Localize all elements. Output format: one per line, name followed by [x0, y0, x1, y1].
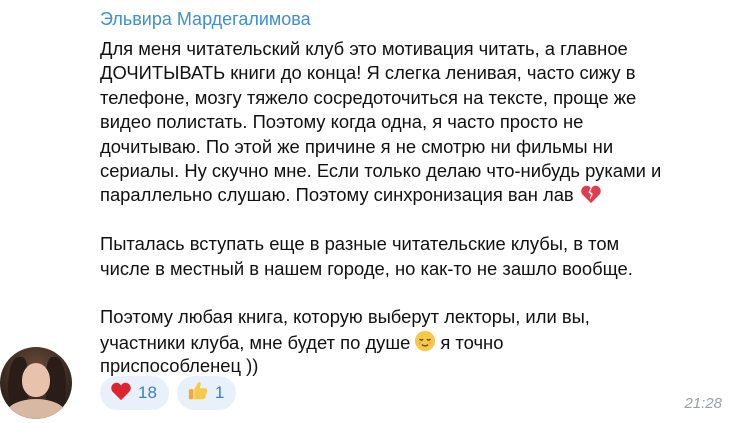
reactions-bar: 18 1 [100, 376, 237, 410]
thumbs-up-icon [187, 380, 209, 407]
sender-avatar[interactable] [0, 347, 72, 419]
message-timestamp: 21:28 [684, 395, 722, 412]
broken-heart-icon [580, 184, 602, 210]
message-line: Поэтому любая книга, которую выберут лек… [100, 306, 590, 328]
avatar-face [22, 363, 50, 397]
reaction-count: 1 [214, 383, 225, 402]
message-line: видео полистать. Поэтому когда одна, я ч… [100, 111, 584, 133]
heart-icon [110, 381, 132, 406]
message-line: ДОЧИТЫВАТЬ книги до конца! Я слегка лени… [100, 62, 636, 84]
reaction-count: 18 [138, 383, 157, 402]
message-line: участники клуба, мне будет по душе [100, 331, 411, 353]
reaction-heart[interactable]: 18 [100, 376, 169, 410]
message-line: Пыталась вступать еще в разные читательс… [100, 233, 620, 255]
message-line: Для меня читательский клуб это мотивация… [100, 38, 628, 59]
sender-name[interactable]: Эльвира Мардегалимова [100, 9, 311, 30]
message-line: я точно [440, 331, 504, 353]
message-text: Для меня читательский клуб это мотивация… [100, 37, 736, 378]
chat-view: Эльвира Мардегалимова Для меня читательс… [0, 0, 740, 423]
message-line: числе в местный в нашем городе, но как-т… [100, 257, 633, 279]
message-line: телефоне, мозгу тяжело сосредоточиться н… [100, 86, 637, 108]
reaction-thumbs-up[interactable]: 1 [176, 376, 237, 410]
message-line: параллельно слушаю. Поэтому синхронизаци… [100, 184, 574, 206]
message-line-with-emoji: параллельно слушаю. Поэтому синхронизаци… [100, 183, 736, 207]
message-line: сериалы. Ну скучно мне. Если только дела… [100, 159, 662, 181]
message-bubble[interactable]: Эльвира Мардегалимова Для меня читательс… [84, 0, 740, 423]
message-line: дочитываю. По этой же причине я не смотр… [100, 135, 614, 157]
message-line-with-emoji: участники клуба, мне будет по душе я точн… [100, 330, 736, 354]
relieved-face-icon [414, 330, 436, 358]
